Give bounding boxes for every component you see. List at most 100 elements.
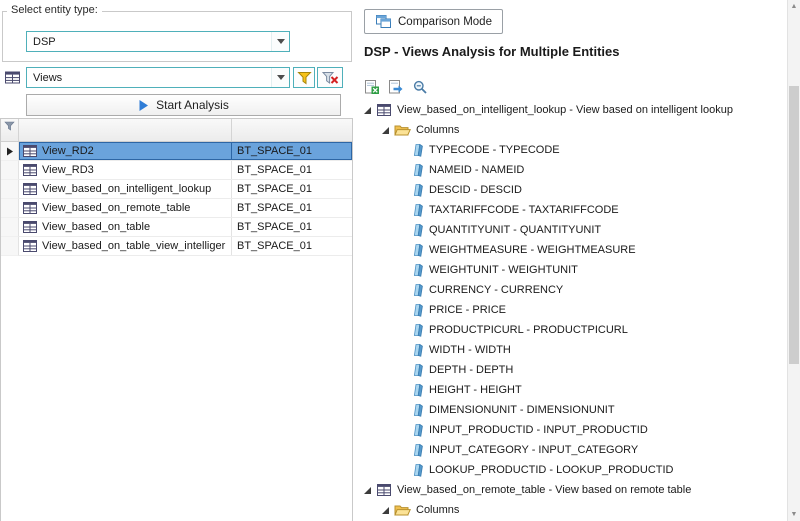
table-row[interactable]: View_RD3BT_SPACE_01 <box>1 161 352 180</box>
entity-type-dropdown-button[interactable] <box>271 32 289 51</box>
row-cells: View_based_on_table_view_intelligerBT_SP… <box>19 237 352 256</box>
column-icon <box>412 423 424 437</box>
tree-item[interactable]: WIDTH - WIDTH <box>360 340 787 360</box>
space-column-header[interactable] <box>232 119 352 141</box>
tree-item[interactable]: View_based_on_intelligent_lookup - View … <box>360 100 787 120</box>
expander-icon[interactable] <box>380 126 390 135</box>
column-icon <box>412 203 424 217</box>
row-indicator <box>1 199 19 218</box>
analysis-tree: View_based_on_intelligent_lookup - View … <box>360 100 787 521</box>
entity-name-cell: View_based_on_remote_table <box>19 199 232 217</box>
row-indicator <box>1 218 19 237</box>
search-button[interactable] <box>409 77 430 97</box>
tree-item-label: NAMEID - NAMEID <box>429 164 524 176</box>
tree-item[interactable]: DESCID - DESCID <box>360 180 787 200</box>
name-column-header[interactable] <box>19 119 232 141</box>
filter-edit-button[interactable] <box>293 67 315 88</box>
entity-name: View_based_on_table_view_intelliger <box>42 240 225 252</box>
tree-item[interactable]: CURRENCY - CURRENCY <box>360 280 787 300</box>
row-cells: View_based_on_table BT_SPACE_01 <box>19 218 352 237</box>
tree-item-label: Columns <box>416 504 459 516</box>
comparison-icon <box>375 14 392 29</box>
tree-item[interactable]: NAMEID - NAMEID <box>360 160 787 180</box>
tree-item[interactable]: Columns <box>360 120 787 140</box>
table-row[interactable]: View_based_on_intelligent_lookupBT_SPACE… <box>1 180 352 199</box>
chevron-down-icon <box>277 75 285 80</box>
filter-icon[interactable] <box>4 121 15 131</box>
column-icon <box>412 303 424 317</box>
tree-item-label: PRICE - PRICE <box>429 304 506 316</box>
table-row[interactable]: View_based_on_remote_table BT_SPACE_01 <box>1 199 352 218</box>
tree-item-label: INPUT_PRODUCTID - INPUT_PRODUCTID <box>429 424 648 436</box>
tree-item[interactable]: TAXTARIFFCODE - TAXTARIFFCODE <box>360 200 787 220</box>
entity-grid-header <box>1 119 352 142</box>
space-cell: BT_SPACE_01 <box>232 161 352 179</box>
comparison-mode-button[interactable]: Comparison Mode <box>364 9 503 34</box>
row-cells: View_based_on_remote_table BT_SPACE_01 <box>19 199 352 218</box>
tree-item[interactable]: HEIGHT - HEIGHT <box>360 380 787 400</box>
table-row[interactable]: View_RD2BT_SPACE_01 <box>1 142 352 161</box>
column-icon <box>412 403 424 417</box>
tree-item-label: HEIGHT - HEIGHT <box>429 384 522 396</box>
folder-icon <box>394 503 411 517</box>
entity-name: View_RD2 <box>42 145 94 157</box>
filter-edit-icon <box>297 71 312 85</box>
expander-icon[interactable] <box>380 506 390 515</box>
entity-name: View_based_on_table <box>42 221 150 233</box>
search-icon <box>412 79 428 95</box>
tree-item-label: INPUT_CATEGORY - INPUT_CATEGORY <box>429 444 638 456</box>
tree-item-label: WEIGHTMEASURE - WEIGHTMEASURE <box>429 244 636 256</box>
expander-icon[interactable] <box>362 106 372 115</box>
filter-clear-button[interactable] <box>317 67 343 88</box>
scrollbar-thumb[interactable] <box>789 86 799 364</box>
export-button[interactable] <box>385 77 406 97</box>
row-cells: View_based_on_intelligent_lookupBT_SPACE… <box>19 180 352 199</box>
start-analysis-button[interactable]: Start Analysis <box>26 94 341 116</box>
tree-item[interactable]: View_based_on_remote_table - View based … <box>360 480 787 500</box>
table-row[interactable]: View_based_on_table_view_intelligerBT_SP… <box>1 237 352 256</box>
folder-icon <box>394 123 411 137</box>
tree-item[interactable]: INPUT_PRODUCTID - INPUT_PRODUCTID <box>360 420 787 440</box>
tree-item[interactable]: PRICE - PRICE <box>360 300 787 320</box>
tree-item[interactable]: TYPECODE - TYPECODE <box>360 140 787 160</box>
tree-item[interactable]: QUANTITYUNIT - QUANTITYUNIT <box>360 220 787 240</box>
column-icon <box>412 163 424 177</box>
page-title: DSP - Views Analysis for Multiple Entiti… <box>364 44 620 59</box>
tree-item[interactable]: PRODUCTPICURL - PRODUCTPICURL <box>360 320 787 340</box>
column-icon <box>412 263 424 277</box>
scroll-down-icon[interactable]: ▼ <box>788 508 800 521</box>
tree-item[interactable]: WEIGHTMEASURE - WEIGHTMEASURE <box>360 240 787 260</box>
tree-item[interactable]: LOOKUP_PRODUCTID - LOOKUP_PRODUCTID <box>360 460 787 480</box>
table-icon <box>4 70 21 85</box>
entity-selection-panel: Select entity type: DSP Views <box>0 0 355 521</box>
space-cell: BT_SPACE_01 <box>232 199 352 217</box>
tree-item-label: CURRENCY - CURRENCY <box>429 284 563 296</box>
table-icon <box>22 144 38 158</box>
entity-type-combo[interactable]: DSP <box>26 31 290 52</box>
scroll-up-icon[interactable]: ▲ <box>788 0 800 13</box>
tree-item[interactable]: INPUT_CATEGORY - INPUT_CATEGORY <box>360 440 787 460</box>
tree-item[interactable]: DIMENSIONUNIT - DIMENSIONUNIT <box>360 400 787 420</box>
tree-item-label: Columns <box>416 124 459 136</box>
entity-combo[interactable]: Views <box>26 67 290 88</box>
tree-item[interactable]: Columns <box>360 500 787 520</box>
tree-item-label: WEIGHTUNIT - WEIGHTUNIT <box>429 264 578 276</box>
table-row[interactable]: View_based_on_table BT_SPACE_01 <box>1 218 352 237</box>
excel-export-button[interactable] <box>361 77 382 97</box>
tree-item[interactable]: WEIGHTUNIT - WEIGHTUNIT <box>360 260 787 280</box>
entity-name-cell: View_based_on_table <box>19 218 232 236</box>
expander-icon[interactable] <box>362 486 372 495</box>
table-icon <box>22 182 38 196</box>
tree-item-label: WIDTH - WIDTH <box>429 344 511 356</box>
space-cell: BT_SPACE_01 <box>232 218 352 236</box>
tree-item-label: PRODUCTPICURL - PRODUCTPICURL <box>429 324 628 336</box>
row-cells: View_RD3BT_SPACE_01 <box>19 161 352 180</box>
row-indicator <box>1 237 19 256</box>
entity-dropdown-button[interactable] <box>271 68 289 87</box>
vertical-scrollbar[interactable]: ▲ ▼ <box>787 0 800 521</box>
tree-item-label: View_based_on_remote_table - View based … <box>397 484 691 496</box>
entity-name-cell: View_RD3 <box>19 161 232 179</box>
entity-name: View_based_on_remote_table <box>42 202 190 214</box>
tree-item[interactable]: DEPTH - DEPTH <box>360 360 787 380</box>
tree-item-label: TAXTARIFFCODE - TAXTARIFFCODE <box>429 204 619 216</box>
